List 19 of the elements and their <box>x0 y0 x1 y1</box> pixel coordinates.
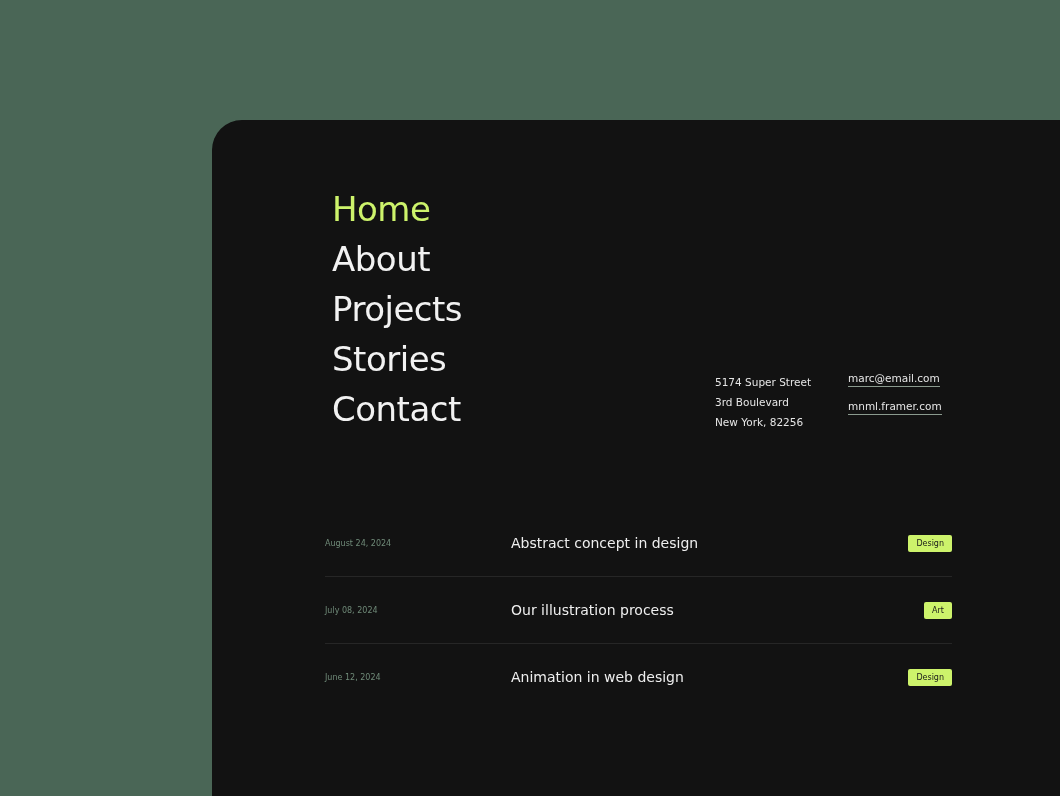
tag-label: Design <box>908 534 952 552</box>
post-title[interactable]: Animation in web design <box>511 669 909 685</box>
address-line: 3rd Boulevard <box>715 395 790 410</box>
address-line: 5174 Super Street <box>715 375 813 390</box>
nav-link[interactable]: About <box>332 239 431 279</box>
address-line: New York, 82256 <box>715 415 805 430</box>
web-link[interactable]: mnml.framer.com <box>848 400 942 415</box>
post-title[interactable]: Our illustration process <box>511 602 925 618</box>
tag-label: Design <box>908 668 952 686</box>
post-date: July 08, 2024 <box>325 605 379 615</box>
post-date: June 12, 2024 <box>325 672 382 682</box>
nav-link[interactable]: Stories <box>332 339 447 379</box>
web-link[interactable]: marc@email.com <box>848 372 940 387</box>
post-date: August 24, 2024 <box>325 538 393 548</box>
post-title[interactable]: Abstract concept in design <box>511 535 909 551</box>
nav-link[interactable]: Contact <box>332 389 461 429</box>
nav-link[interactable]: Projects <box>332 289 463 329</box>
nav-link[interactable]: Home <box>332 189 431 229</box>
tag-label: Art <box>924 601 952 619</box>
